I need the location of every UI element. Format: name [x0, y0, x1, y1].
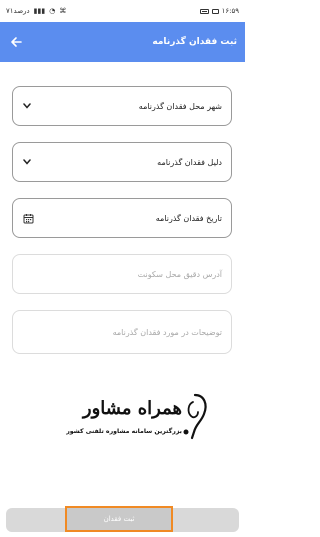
city-select[interactable]: شهر محل فقدان گذرنامه [12, 86, 232, 126]
date-picker[interactable]: تاریخ فقدان گذرنامه [12, 198, 232, 238]
city-select-label: شهر محل فقدان گذرنامه [138, 101, 222, 111]
watermark-subtitle: بزرگترین سامانه مشاوره تلفنی کشور [66, 428, 182, 435]
reason-select[interactable]: دلیل فقدان گذرنامه [12, 142, 232, 182]
watermark-logo-icon [183, 393, 207, 440]
battery-percent: ۷۱درصد [6, 7, 30, 15]
game-icon: ⌘ [59, 7, 67, 15]
chevron-down-icon [22, 101, 32, 111]
page-title: ثبت فقدان گذرنامه [152, 37, 237, 47]
date-picker-label: تاریخ فقدان گذرنامه [155, 213, 222, 223]
notification-icon [211, 8, 219, 14]
submit-button[interactable]: ثبت فقدان [65, 506, 173, 532]
status-bar: ۷۱درصد ▮▮▮ ◔ ⌘ ۱۶:۵۹ [0, 0, 245, 22]
app-bar: ثبت فقدان گذرنامه [0, 22, 245, 62]
battery-icon [199, 8, 209, 14]
address-input-placeholder: آدرس دقیق محل سکونت [137, 269, 222, 279]
reason-select-label: دلیل فقدان گذرنامه [157, 157, 222, 167]
status-right: ۱۶:۵۹ [199, 7, 239, 15]
back-arrow-icon[interactable] [8, 34, 24, 50]
status-time: ۱۶:۵۹ [221, 7, 239, 15]
calendar-icon [22, 212, 34, 224]
watermark-title: همراه مشاور [82, 398, 182, 419]
wifi-icon: ◔ [49, 7, 56, 15]
address-input[interactable]: آدرس دقیق محل سکونت [12, 254, 232, 294]
chevron-down-icon [22, 157, 32, 167]
description-input[interactable]: توضیحات در مورد فقدان گذرنامه [12, 310, 232, 354]
watermark: همراه مشاور بزرگترین سامانه مشاوره تلفنی… [60, 392, 210, 448]
signal-icon: ▮▮▮ [33, 7, 46, 15]
status-left: ۷۱درصد ▮▮▮ ◔ ⌘ [6, 7, 66, 15]
description-input-placeholder: توضیحات در مورد فقدان گذرنامه [112, 327, 222, 337]
